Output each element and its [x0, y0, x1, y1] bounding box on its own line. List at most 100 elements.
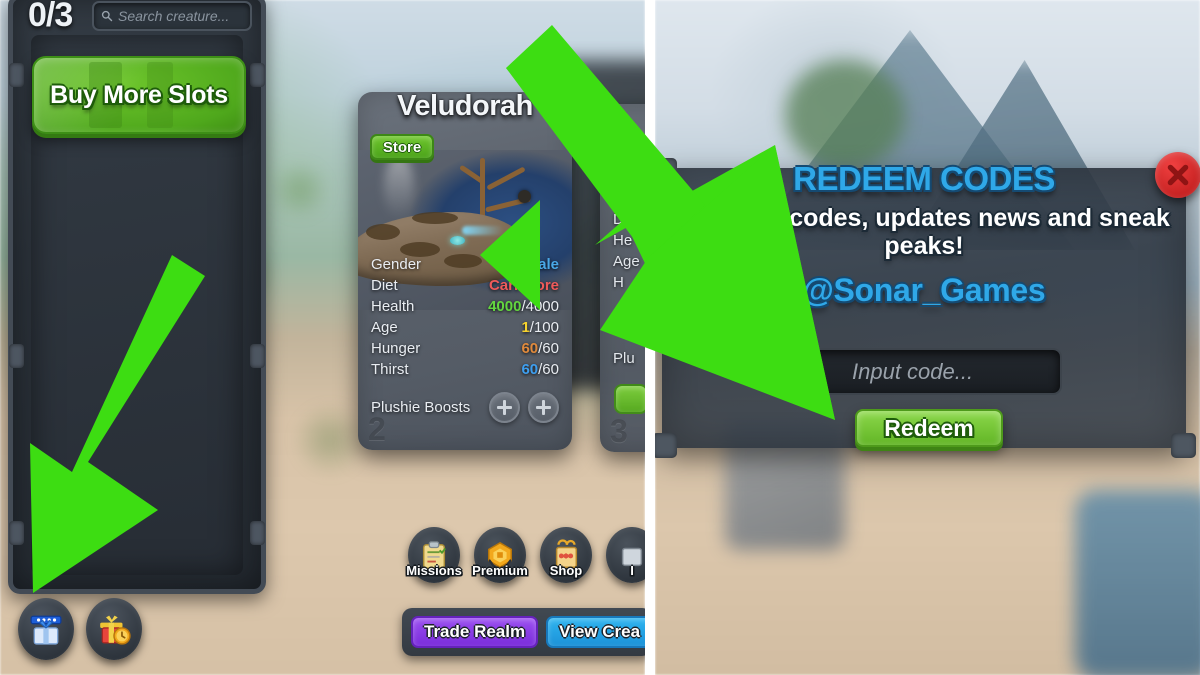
plushie-boosts-label: Plu [613, 350, 635, 367]
table-row: Hunger 60/60 [371, 338, 559, 359]
trade-realm-button[interactable]: Trade Realm [411, 616, 539, 648]
stat-current: 4000 [488, 298, 522, 315]
code-input-placeholder: Input code... [852, 358, 974, 384]
creature-stats-list: Gender Male Diet Carnivore Health 4000/4… [358, 254, 572, 380]
dialog-corner [1171, 433, 1196, 458]
view-creature-label: View Crea [559, 622, 641, 641]
screenshot-root: 0/3 Search creature... Buy More Slots G … [0, 0, 1200, 675]
nav-item-missions[interactable]: Missions [406, 527, 462, 583]
codes-gift-button[interactable] [18, 598, 74, 660]
dialog-corner [655, 433, 677, 458]
store-button[interactable]: Store [370, 134, 434, 160]
table-row: Gender Male [371, 254, 559, 275]
timed-gift-button[interactable] [86, 598, 142, 660]
stat-label: H [613, 274, 624, 291]
plushie-add-button-2[interactable] [528, 392, 559, 423]
panel-rivet [250, 344, 265, 368]
panel-rivet [9, 63, 24, 87]
redeem-codes-dialog: REDEEM CODES us to get codes, updates ne… [655, 152, 1200, 458]
stat-value: 1/100 [521, 317, 559, 338]
stat-row: H [613, 272, 645, 293]
nav-item-premium[interactable]: Premium [472, 527, 528, 583]
code-input-field[interactable]: Input code... [784, 348, 1062, 395]
stat-value: Carnivore [489, 275, 559, 296]
stat-label: Health [371, 298, 415, 315]
table-row: Age 1/100 [371, 317, 559, 338]
close-dialog-button[interactable] [1155, 152, 1200, 198]
body-stripe [366, 224, 400, 240]
red-gift-clock-icon [100, 615, 131, 645]
creature-stats-list-secondary: G Die He Age H [600, 188, 645, 293]
creature-eye [450, 236, 465, 245]
stat-value: 4000/4000 [488, 296, 559, 317]
stat-label: Age [371, 319, 398, 336]
stat-row: Die [613, 209, 645, 230]
left-panel-inventory-screen: 0/3 Search creature... Buy More Slots G … [0, 0, 645, 675]
stat-label: Age [613, 253, 640, 270]
bottom-nav-icons: Missions Premium Shop I [406, 527, 645, 583]
background-water [1075, 490, 1200, 675]
plushie-boosts-row-secondary: Plu [613, 350, 645, 367]
smoke-wisp [384, 154, 414, 220]
stat-current: 60 [521, 340, 539, 357]
stat-value: Male [526, 254, 559, 275]
creature-beam [462, 226, 504, 235]
store-button-label: Store [382, 138, 422, 156]
panel-rivet [9, 344, 24, 368]
social-handle-text: @Sonar_Games [802, 272, 1046, 308]
plushie-plus-group [489, 392, 559, 423]
slot-counter: 0/3 [28, 0, 73, 34]
store-button-secondary[interactable] [614, 384, 645, 414]
corner-button-group [18, 598, 142, 660]
search-input[interactable]: Search creature... [92, 1, 252, 31]
stat-row: Age [613, 251, 645, 272]
creature-card-secondary[interactable]: G Die He Age H Plu 3 [600, 104, 645, 452]
nav-item-inventory[interactable]: I [606, 527, 645, 583]
buy-more-slots-button[interactable]: Buy More Slots [32, 56, 246, 134]
stat-label: Thirst [371, 361, 409, 378]
stat-label: He [613, 232, 633, 249]
panel-divider [645, 0, 655, 675]
plushie-boosts-row: Plushie Boosts [371, 392, 559, 423]
table-row: Diet Carnivore [371, 275, 559, 296]
action-button-bar: Trade Realm View Crea [402, 608, 645, 656]
stat-current: 1 [521, 319, 530, 336]
buy-more-slots-label: Buy More Slots [50, 80, 228, 109]
stat-row: He [613, 230, 645, 251]
stat-value: 60/60 [521, 338, 559, 359]
blue-gift-icon [30, 615, 62, 645]
stat-max: /60 [538, 340, 559, 357]
trade-realm-label: Trade Realm [424, 622, 526, 641]
stat-row: G [613, 188, 645, 209]
stat-label: Die [613, 211, 636, 228]
plushie-add-button-1[interactable] [489, 392, 520, 423]
stat-max: /4000 [521, 298, 559, 315]
panel-rivet [250, 63, 265, 87]
dialog-frame-right [662, 474, 677, 675]
table-row: Thirst 60/60 [371, 359, 559, 380]
creature-card-veludorah[interactable]: Veludorah Store Gender Male Diet Carnivo… [358, 92, 572, 450]
stat-label: G [613, 190, 625, 207]
table-row: Health 4000/4000 [371, 296, 559, 317]
right-panel-redeem-screen: REDEEM CODES us to get codes, updates ne… [655, 0, 1200, 675]
stat-current: 60 [521, 361, 539, 378]
stat-current: Male [525, 256, 559, 273]
nav-label: I [630, 563, 634, 578]
background-foliage [785, 60, 905, 170]
creature-name: Veludorah [397, 92, 533, 122]
stat-max: /100 [529, 319, 559, 336]
dialog-subtitle: us to get codes, updates news and sneak … [678, 204, 1170, 260]
stat-label: Gender [371, 256, 422, 273]
nav-item-shop[interactable]: Shop [540, 527, 592, 583]
redeem-button[interactable]: Redeem [855, 409, 1003, 447]
search-icon [101, 10, 113, 22]
panel-rivet [9, 521, 24, 545]
stat-max: /60 [538, 361, 559, 378]
card-index-number: 3 [610, 413, 628, 449]
body-stripe [412, 212, 458, 224]
panel-rivet [250, 521, 265, 545]
search-placeholder-text: Search creature... [118, 8, 230, 24]
stat-current: Carnivore [488, 277, 559, 294]
view-creature-button[interactable]: View Crea [546, 616, 645, 648]
stat-label: Diet [371, 277, 398, 294]
